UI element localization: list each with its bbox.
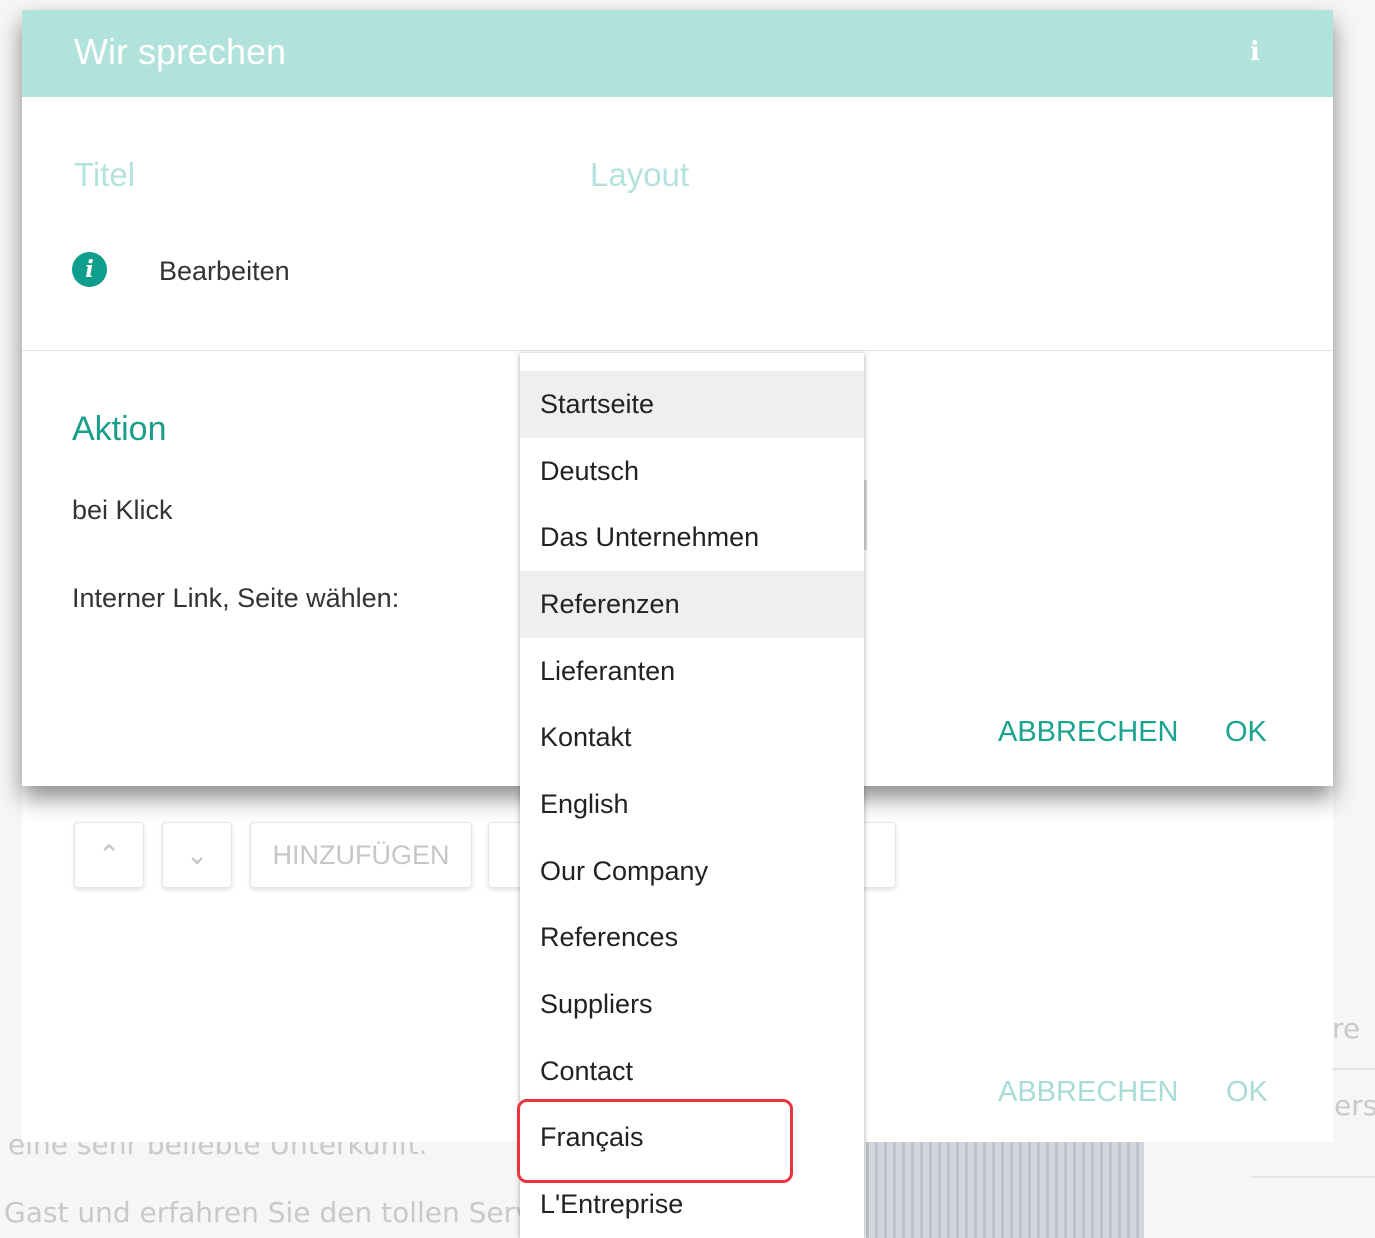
cancel-button[interactable]: ABBRECHEN — [998, 716, 1179, 749]
on-click-label: bei Klick — [72, 495, 173, 525]
edit-label[interactable]: Bearbeiten — [159, 256, 290, 287]
background-image — [866, 1140, 1144, 1238]
dropdown-option[interactable]: English — [520, 771, 864, 838]
section-heading-action: Aktion — [72, 410, 167, 448]
dropdown-option[interactable]: Kontakt — [520, 704, 864, 771]
dropdown-option[interactable]: Contact — [520, 1038, 864, 1105]
background-ok-button[interactable]: OK — [1226, 1076, 1268, 1109]
tab-title[interactable]: Titel — [74, 156, 135, 194]
dialog-title: Wir sprechen — [74, 31, 287, 72]
chevron-up-icon: ⌃ — [97, 839, 121, 870]
annotation-highlight-box — [517, 1099, 793, 1183]
select-field-edge — [864, 480, 867, 550]
dialog-header: Wir sprechen i — [22, 10, 1333, 97]
dropdown-option[interactable]: References — [520, 904, 864, 971]
dropdown-option[interactable]: Startseite — [520, 371, 864, 438]
tab-layout[interactable]: Layout — [590, 156, 689, 194]
internal-link-label: Interner Link, Seite wählen: — [72, 583, 400, 613]
dropdown-option[interactable]: Das Unternehmen — [520, 504, 864, 571]
background-divider — [1252, 1176, 1375, 1178]
dropdown-option[interactable]: Our Company — [520, 838, 864, 905]
ok-button[interactable]: OK — [1225, 716, 1267, 749]
info-icon[interactable]: i — [1245, 38, 1265, 66]
background-cancel-button[interactable]: ABBRECHEN — [998, 1076, 1179, 1109]
dropdown-option-hovered[interactable]: Referenzen — [520, 571, 864, 638]
dropdown-option[interactable]: Lieferanten — [520, 638, 864, 705]
move-up-button[interactable]: ⌃ — [74, 822, 144, 888]
dropdown-option[interactable]: Suppliers — [520, 971, 864, 1038]
chevron-down-icon: ⌄ — [185, 839, 209, 870]
background-text: re — [1332, 1012, 1361, 1045]
divider — [22, 350, 1333, 351]
move-down-button[interactable]: ⌄ — [162, 822, 232, 888]
info-circle-icon: i — [72, 252, 107, 287]
background-text: ers — [1334, 1089, 1375, 1122]
background-text: Gast und erfahren Sie den tollen Service — [4, 1196, 573, 1229]
dropdown-option[interactable]: Deutsch — [520, 438, 864, 505]
add-button[interactable]: HINZUFÜGEN — [250, 822, 472, 888]
